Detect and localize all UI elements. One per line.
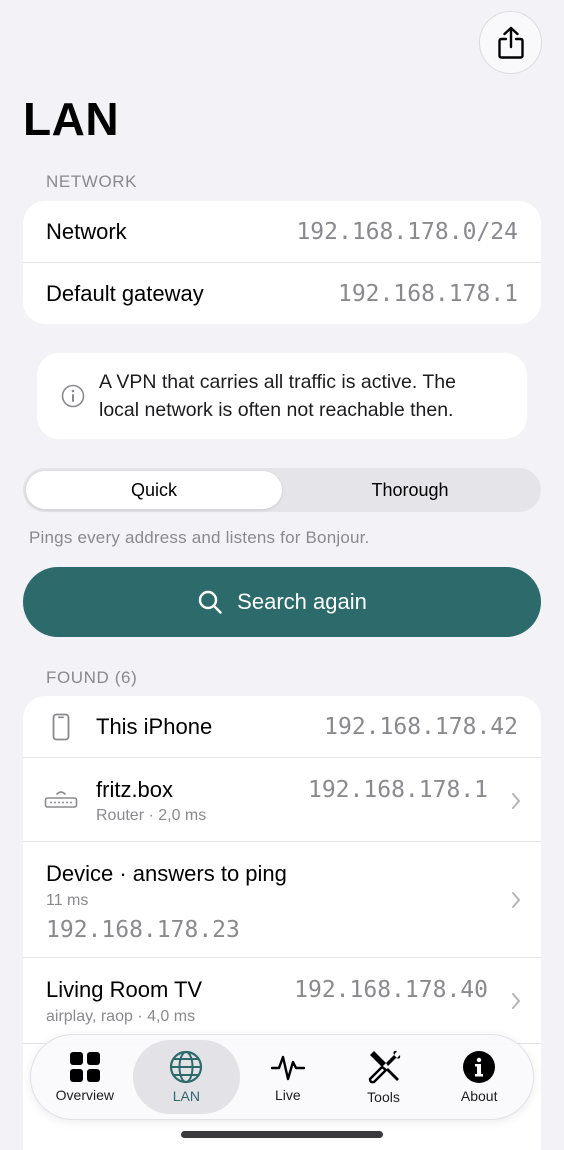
scan-mode-control: Quick Thorough xyxy=(23,468,541,512)
search-again-button[interactable]: Search again xyxy=(23,567,541,637)
network-section-header: NETWORK xyxy=(46,172,138,191)
device-detail: Router · 2,0 ms xyxy=(96,807,207,824)
gateway-row: Default gateway 192.168.178.1 xyxy=(23,263,541,324)
scan-mode-quick[interactable]: Quick xyxy=(26,471,282,509)
search-again-label: Search again xyxy=(237,589,367,614)
tab-live[interactable]: Live xyxy=(240,1040,336,1114)
tab-label: Live xyxy=(275,1087,301,1103)
chevron-right-icon xyxy=(512,892,520,908)
device-detail: 11 ms xyxy=(46,892,89,909)
tab-tools[interactable]: Tools xyxy=(336,1040,432,1114)
device-name: fritz.box xyxy=(96,777,174,802)
device-ip: 192.168.178.23 xyxy=(46,917,240,943)
device-detail: airplay, raop · 4,0 ms xyxy=(46,1008,196,1025)
network-value: 192.168.178.0/24 xyxy=(296,218,518,245)
device-name: Device · answers to ping xyxy=(46,861,287,886)
page-title: LAN xyxy=(23,93,120,145)
chevron-right-icon xyxy=(512,993,520,1009)
vpn-notice-line2: local network is often not reachable the… xyxy=(99,399,454,421)
tab-lan[interactable]: LAN xyxy=(132,1040,241,1114)
tab-about[interactable]: About xyxy=(431,1040,527,1114)
phone-icon xyxy=(52,713,70,741)
share-button[interactable] xyxy=(479,11,542,74)
grid-icon xyxy=(69,1052,100,1082)
vpn-notice: A VPN that carries all traffic is active… xyxy=(37,353,527,439)
tools-icon xyxy=(368,1050,400,1084)
search-icon xyxy=(198,590,222,614)
home-indicator xyxy=(181,1131,383,1138)
info-circle-icon xyxy=(61,384,85,408)
tab-label: Overview xyxy=(55,1087,114,1103)
info-icon xyxy=(463,1051,496,1083)
share-icon xyxy=(497,26,524,59)
tab-label: About xyxy=(460,1088,498,1104)
network-label: Network xyxy=(46,218,127,244)
device-row-living-room-tv[interactable]: Living Room TV airplay, raop · 4,0 ms 19… xyxy=(23,958,541,1044)
device-row-ping[interactable]: Device · answers to ping 11 ms 192.168.1… xyxy=(23,842,541,958)
device-ip: 192.168.178.1 xyxy=(307,777,488,803)
tab-label: LAN xyxy=(172,1088,200,1104)
waveform-icon xyxy=(270,1055,305,1081)
tab-overview[interactable]: Overview xyxy=(37,1040,133,1114)
tab-bar: Overview LAN Live Tools About xyxy=(30,1034,534,1120)
gateway-value: 192.168.178.1 xyxy=(337,280,518,307)
gateway-label: Default gateway xyxy=(46,280,204,306)
network-card: Network 192.168.178.0/24 Default gateway… xyxy=(23,201,541,324)
device-ip: 192.168.178.40 xyxy=(294,977,488,1003)
device-ip: 192.168.178.42 xyxy=(324,714,518,740)
tab-label: Tools xyxy=(367,1089,400,1105)
device-name: This iPhone xyxy=(96,714,213,739)
router-icon xyxy=(44,791,78,808)
network-row: Network 192.168.178.0/24 xyxy=(23,201,541,263)
found-section-header: FOUND (6) xyxy=(46,668,138,687)
device-name: Living Room TV xyxy=(46,977,203,1002)
device-row-this-iphone: This iPhone 192.168.178.42 xyxy=(23,696,541,758)
chevron-right-icon xyxy=(512,793,520,809)
device-row-fritz-box[interactable]: fritz.box Router · 2,0 ms 192.168.178.1 xyxy=(23,758,541,842)
globe-icon xyxy=(170,1050,203,1084)
scan-mode-thorough[interactable]: Thorough xyxy=(282,471,538,509)
vpn-notice-line1: A VPN that carries all traffic is active… xyxy=(99,371,456,393)
scan-mode-description: Pings every address and listens for Bonj… xyxy=(29,528,370,547)
